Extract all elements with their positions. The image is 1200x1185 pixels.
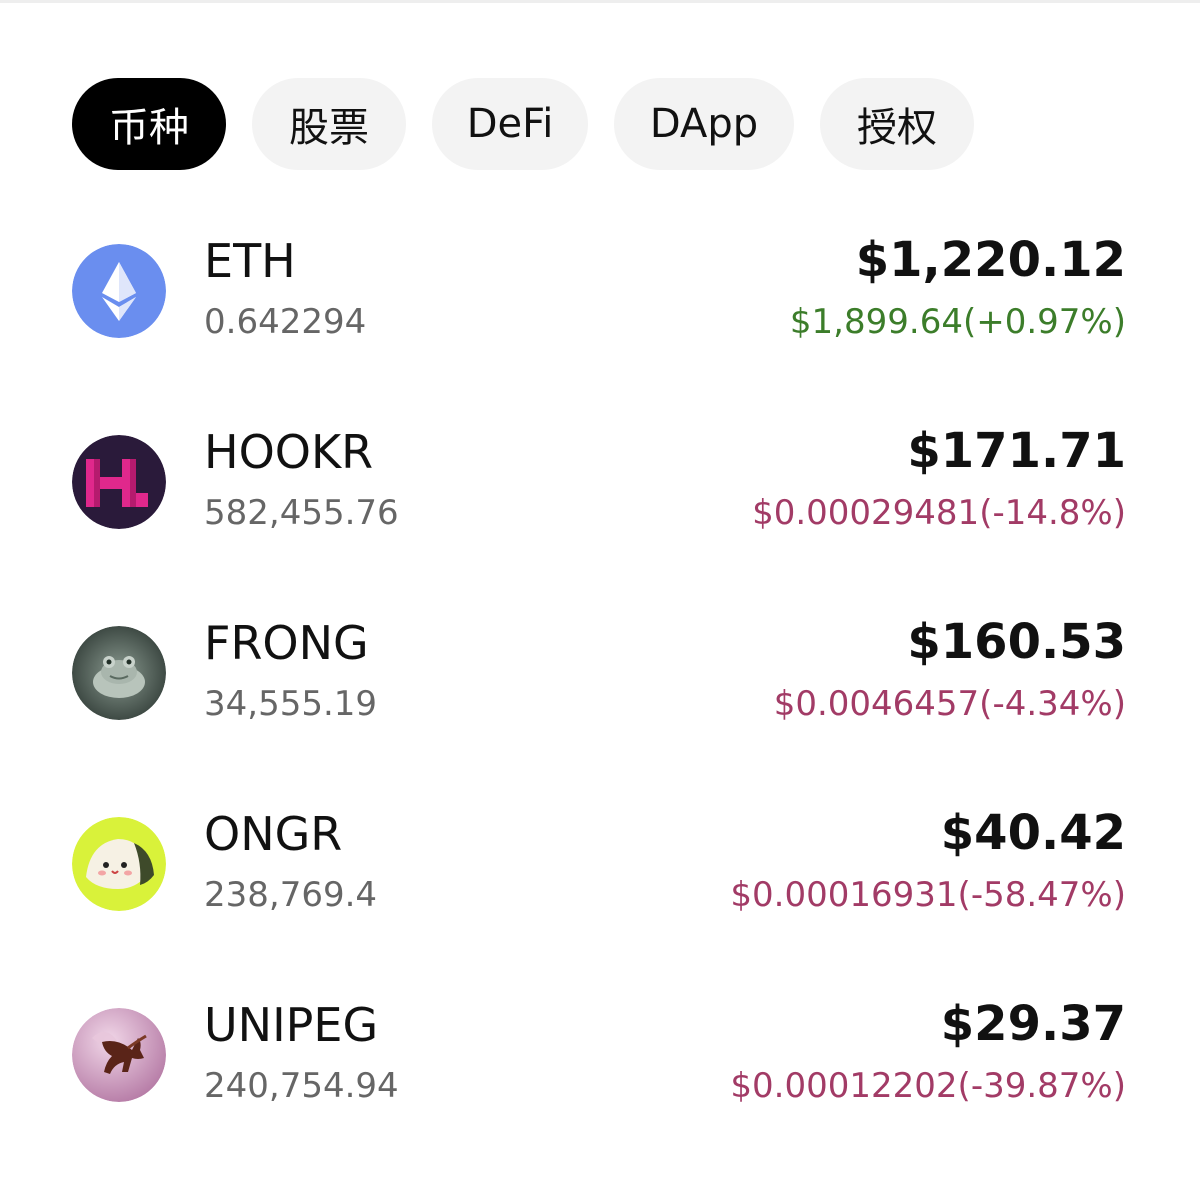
asset-symbol: FRONG bbox=[204, 616, 369, 670]
asset-balance: 582,455.76 bbox=[204, 493, 399, 533]
asset-value: $40.42 bbox=[940, 805, 1126, 861]
category-tabs: 币种 股票 DeFi DApp 授权 bbox=[72, 78, 974, 170]
asset-row-hookr[interactable]: HOOKR 582,455.76 $171.71 $0.00029481(-14… bbox=[0, 421, 1200, 612]
top-divider bbox=[0, 0, 1200, 3]
asset-value: $29.37 bbox=[940, 996, 1126, 1052]
asset-price-change: $1,899.64(+0.97%) bbox=[789, 302, 1126, 342]
asset-price-change: $0.00029481(-14.8%) bbox=[752, 493, 1126, 533]
hookr-icon bbox=[72, 435, 166, 529]
asset-list: ETH 0.642294 $1,220.12 $1,899.64(+0.97%)… bbox=[0, 230, 1200, 1185]
asset-row-frong[interactable]: FRONG 34,555.19 $160.53 $0.0046457(-4.34… bbox=[0, 612, 1200, 803]
asset-symbol: ONGR bbox=[204, 807, 343, 861]
asset-balance: 238,769.4 bbox=[204, 875, 378, 915]
tab-dapp[interactable]: DApp bbox=[614, 78, 794, 170]
onigiri-icon bbox=[72, 817, 166, 911]
frog-icon bbox=[72, 626, 166, 720]
tab-tokens[interactable]: 币种 bbox=[72, 78, 226, 170]
pegasus-icon bbox=[72, 1008, 166, 1102]
asset-row-eth[interactable]: ETH 0.642294 $1,220.12 $1,899.64(+0.97%) bbox=[0, 230, 1200, 421]
asset-price-change: $0.00012202(-39.87%) bbox=[730, 1066, 1126, 1106]
asset-row-ongr[interactable]: ONGR 238,769.4 $40.42 $0.00016931(-58.47… bbox=[0, 803, 1200, 994]
asset-symbol: HOOKR bbox=[204, 425, 374, 479]
asset-symbol: ETH bbox=[204, 234, 296, 288]
asset-row-unipeg[interactable]: UNIPEG 240,754.94 $29.37 $0.00012202(-39… bbox=[0, 994, 1200, 1185]
asset-price-change: $0.0046457(-4.34%) bbox=[773, 684, 1126, 724]
asset-price-change: $0.00016931(-58.47%) bbox=[730, 875, 1126, 915]
asset-balance: 0.642294 bbox=[204, 302, 367, 342]
eth-icon bbox=[72, 244, 166, 338]
tab-defi[interactable]: DeFi bbox=[432, 78, 588, 170]
asset-value: $160.53 bbox=[907, 614, 1126, 670]
tab-authorization[interactable]: 授权 bbox=[820, 78, 974, 170]
asset-balance: 34,555.19 bbox=[204, 684, 378, 724]
asset-balance: 240,754.94 bbox=[204, 1066, 399, 1106]
tab-stocks[interactable]: 股票 bbox=[252, 78, 406, 170]
asset-value: $171.71 bbox=[907, 423, 1126, 479]
asset-symbol: UNIPEG bbox=[204, 998, 379, 1052]
asset-value: $1,220.12 bbox=[855, 232, 1126, 288]
